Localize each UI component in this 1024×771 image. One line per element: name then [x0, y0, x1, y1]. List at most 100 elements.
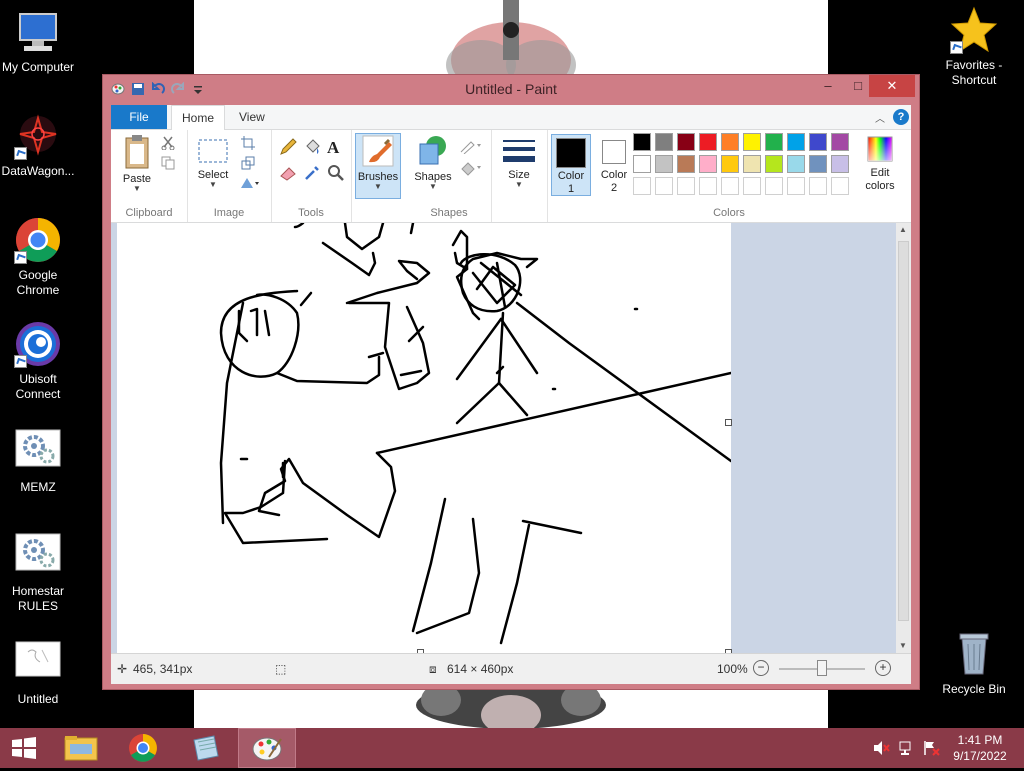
size-button[interactable]: Size ▼	[499, 136, 539, 189]
palette-swatch[interactable]	[699, 133, 717, 151]
outline-button[interactable]	[459, 138, 483, 157]
zoom-in-button[interactable]: +	[875, 660, 891, 676]
palette-swatch[interactable]	[809, 155, 827, 173]
fill-bucket-icon	[306, 139, 320, 154]
taskbar-notepad[interactable]	[176, 728, 234, 768]
chevron-down-icon: ▼	[209, 180, 217, 189]
taskbar-paint[interactable]	[238, 728, 296, 768]
chrome-icon	[129, 734, 157, 762]
text-tool[interactable]: A	[327, 138, 339, 158]
desktop-icon-homestar-rules[interactable]: Homestar RULES	[0, 532, 76, 614]
palette-swatch[interactable]	[831, 155, 849, 173]
palette-swatch[interactable]	[655, 133, 673, 151]
minimize-ribbon-icon[interactable]: ︿	[875, 110, 885, 125]
custom-color-slot[interactable]	[655, 177, 673, 195]
network-icon[interactable]	[898, 740, 916, 759]
cut-button[interactable]	[161, 136, 175, 153]
rotate-button[interactable]	[239, 176, 261, 193]
palette-swatch[interactable]	[765, 133, 783, 151]
palette-swatch[interactable]	[809, 133, 827, 151]
magnifier-tool[interactable]	[327, 164, 345, 185]
brushes-button[interactable]: Brushes ▼	[355, 133, 401, 199]
paste-button[interactable]: Paste ▼	[117, 134, 157, 193]
drawing-canvas[interactable]	[117, 223, 733, 653]
color-wheel-icon	[867, 136, 893, 162]
desktop-icon-untitled[interactable]: Untitled	[0, 640, 76, 707]
desktop-icon-recycle-bin[interactable]: Recycle Bin	[936, 630, 1012, 697]
scrollbar-thumb[interactable]	[898, 241, 909, 621]
palette-swatch[interactable]	[677, 155, 695, 173]
custom-color-slot[interactable]	[765, 177, 783, 195]
crop-button[interactable]	[241, 136, 255, 153]
custom-color-slot[interactable]	[831, 177, 849, 195]
desktop-icon-favorites-shortcut[interactable]: Favorites - Shortcut	[936, 6, 1012, 88]
canvas-size: 614 × 460px	[447, 662, 514, 676]
action-center-flag-icon[interactable]	[922, 740, 940, 759]
ribbon-tabs: File Home View ︿ ?	[111, 105, 911, 130]
taskbar-chrome[interactable]	[114, 728, 172, 768]
rotate-icon	[241, 178, 259, 188]
scroll-up-icon[interactable]: ▲	[899, 225, 907, 234]
edit-colors-button[interactable]: Edit colors	[857, 134, 903, 193]
title-bar[interactable]: Untitled - Paint – □ ✕	[103, 75, 919, 103]
palette-swatch[interactable]	[699, 155, 717, 173]
pencil-icon	[280, 138, 297, 155]
palette-swatch[interactable]	[633, 133, 651, 151]
palette-swatch[interactable]	[831, 133, 849, 151]
outline-icon	[460, 141, 481, 155]
help-icon[interactable]: ?	[893, 109, 909, 125]
desktop-icon-ubisoft-connect[interactable]: Ubisoft Connect	[0, 320, 76, 402]
fill-button[interactable]	[459, 160, 483, 179]
group-shapes: Shapes ▼ Shapes	[407, 130, 492, 222]
desktop-icon-datawagon[interactable]: DataWagon...	[0, 112, 76, 179]
palette-swatch[interactable]	[743, 133, 761, 151]
palette-swatch[interactable]	[787, 155, 805, 173]
ubisoft-icon	[14, 320, 62, 368]
vertical-scrollbar[interactable]: ▲ ▼	[896, 223, 911, 653]
minimize-button[interactable]: –	[813, 75, 843, 97]
palette-swatch[interactable]	[787, 133, 805, 151]
start-button[interactable]	[0, 728, 48, 768]
custom-color-slot[interactable]	[699, 177, 717, 195]
fill-tool[interactable]	[303, 138, 321, 159]
custom-color-slot[interactable]	[721, 177, 739, 195]
custom-color-slot[interactable]	[677, 177, 695, 195]
magnifier-icon	[328, 165, 344, 181]
custom-color-slot[interactable]	[743, 177, 761, 195]
palette-swatch[interactable]	[655, 155, 673, 173]
select-button[interactable]: Select ▼	[195, 134, 231, 189]
resize-handle-right[interactable]	[725, 419, 732, 426]
scroll-down-icon[interactable]: ▼	[899, 641, 907, 650]
zoom-slider-thumb[interactable]	[817, 660, 827, 676]
close-button[interactable]: ✕	[869, 75, 915, 97]
tab-file[interactable]: File	[111, 105, 167, 129]
volume-muted-icon[interactable]	[872, 740, 890, 759]
palette-swatch[interactable]	[633, 155, 651, 173]
shapes-button[interactable]: Shapes ▼	[411, 134, 455, 191]
pencil-tool[interactable]	[279, 138, 297, 159]
palette-swatch[interactable]	[765, 155, 783, 173]
copy-button[interactable]	[161, 156, 175, 173]
clock[interactable]: 1:41 PM 9/17/2022	[948, 732, 1012, 764]
custom-color-slot[interactable]	[787, 177, 805, 195]
tab-home[interactable]: Home	[171, 105, 226, 130]
resize-button[interactable]	[241, 156, 255, 173]
color1-button[interactable]: Color 1	[551, 134, 591, 196]
shortcut-arrow-icon	[950, 41, 963, 54]
palette-swatch[interactable]	[721, 155, 739, 173]
zoom-out-button[interactable]: −	[753, 660, 769, 676]
desktop-icon-my-computer[interactable]: My Computer	[0, 8, 76, 75]
color-picker-tool[interactable]	[303, 164, 321, 185]
desktop-icon-label: Recycle Bin	[942, 682, 1006, 696]
desktop-icon-google-chrome[interactable]: Google Chrome	[0, 216, 76, 298]
palette-swatch[interactable]	[743, 155, 761, 173]
custom-color-slot[interactable]	[633, 177, 651, 195]
color2-button[interactable]: Color 2	[595, 134, 633, 196]
eraser-tool[interactable]	[279, 164, 297, 185]
palette-swatch[interactable]	[677, 133, 695, 151]
desktop-icon-memz[interactable]: MEMZ	[0, 428, 76, 495]
taskbar-file-explorer[interactable]	[52, 728, 110, 768]
palette-swatch[interactable]	[721, 133, 739, 151]
tab-view[interactable]: View	[229, 105, 275, 129]
custom-color-slot[interactable]	[809, 177, 827, 195]
